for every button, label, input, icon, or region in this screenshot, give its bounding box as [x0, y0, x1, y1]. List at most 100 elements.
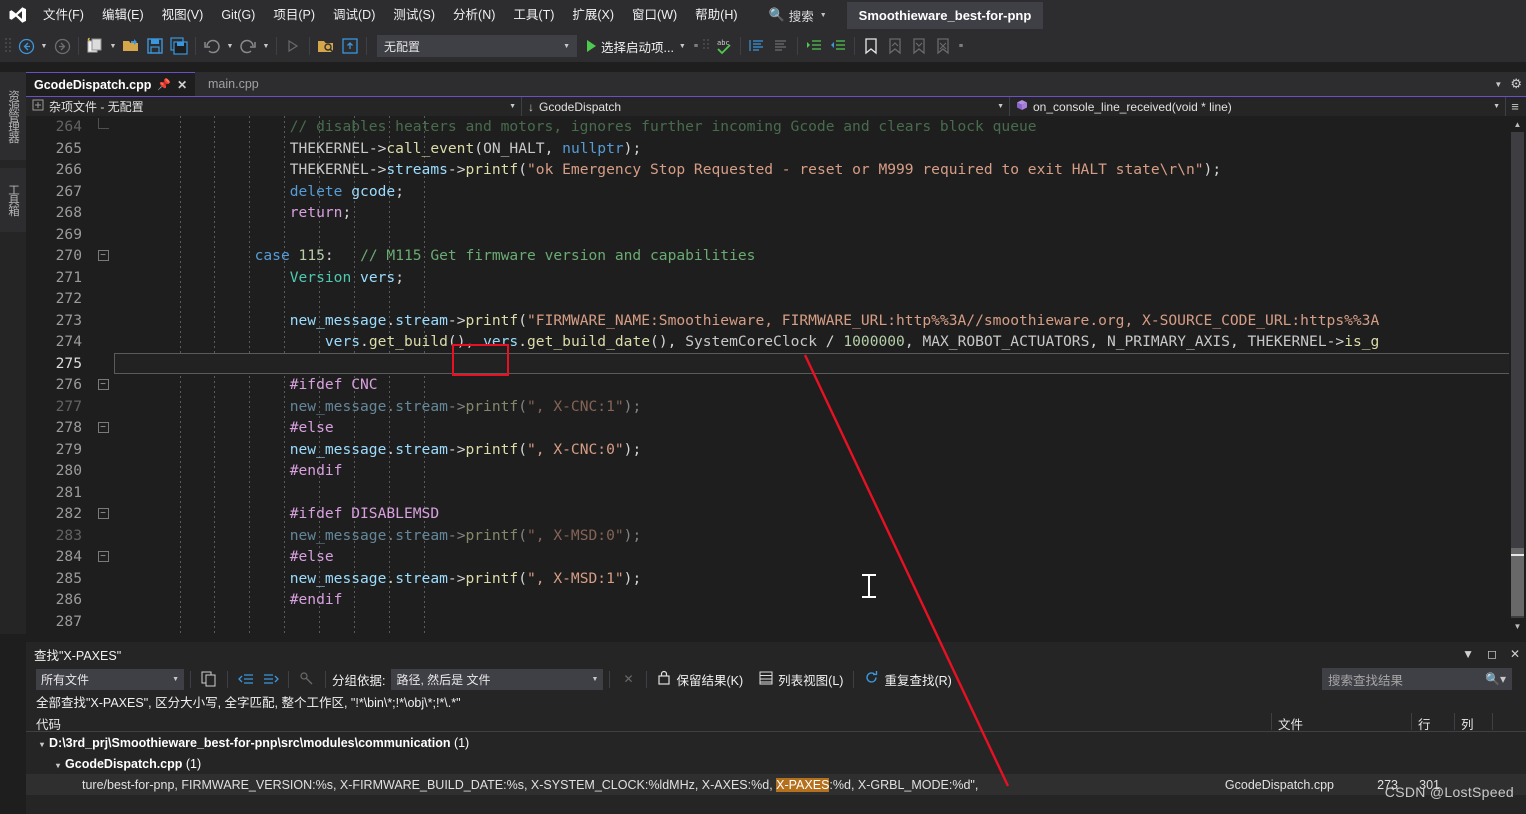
- results-tree[interactable]: ▾ D:\3rd_prj\Smoothieware_best-for-pnp\sr…: [26, 732, 1526, 795]
- open-file-icon[interactable]: [119, 34, 143, 58]
- navigate-forward-icon[interactable]: [50, 34, 74, 58]
- menu-item-11[interactable]: 帮助(H): [686, 2, 746, 28]
- comment-selection-icon[interactable]: [745, 34, 769, 58]
- fold-toggle-icon[interactable]: −: [92, 503, 114, 525]
- code-line[interactable]: 281: [26, 482, 1526, 504]
- menu-item-1[interactable]: 编辑(E): [93, 2, 153, 28]
- increase-indent-icon[interactable]: [802, 34, 826, 58]
- code-line[interactable]: 264 // disables heaters and motors, igno…: [26, 116, 1526, 138]
- expand-collapse-icon[interactable]: ▾: [40, 740, 44, 749]
- previous-match-icon[interactable]: [234, 668, 258, 690]
- editor-vertical-scrollbar[interactable]: ▲ ▼: [1509, 116, 1526, 634]
- copy-icon[interactable]: [197, 668, 221, 690]
- menu-item-10[interactable]: 窗口(W): [623, 2, 686, 28]
- result-row[interactable]: ture/best-for-pnp, FIRMWARE_VERSION:%s, …: [26, 774, 1526, 795]
- column-header-code[interactable]: 代码: [36, 714, 61, 733]
- split-view-icon[interactable]: ≡: [1506, 99, 1524, 114]
- code-line[interactable]: 288− if(THEKERNEL->is_bad_mcu()) {: [26, 632, 1526, 634]
- code-line[interactable]: 287: [26, 611, 1526, 633]
- code-lines-container[interactable]: 264 // disables heaters and motors, igno…: [26, 116, 1526, 634]
- scroll-up-icon[interactable]: ▲: [1509, 116, 1526, 132]
- toolbar-grip[interactable]: [4, 36, 14, 56]
- code-line[interactable]: 280 #endif: [26, 460, 1526, 482]
- navbar-project-combo[interactable]: 杂项文件 - 无配置 ▼: [26, 97, 522, 116]
- gear-icon[interactable]: ⚙: [1510, 76, 1522, 92]
- toolbar-overflow-icon[interactable]: ≡: [690, 34, 702, 58]
- sidebar-item-server-explorer[interactable]: 资源管理器: [0, 72, 26, 160]
- toolbar-overflow-2-icon[interactable]: ≡: [955, 34, 967, 58]
- code-line[interactable]: 269: [26, 224, 1526, 246]
- uncomment-selection-icon[interactable]: [769, 34, 793, 58]
- scroll-down-icon[interactable]: ▼: [1509, 618, 1526, 634]
- search-icon[interactable]: 🔍▾: [1485, 672, 1506, 686]
- menu-item-2[interactable]: 视图(V): [153, 2, 213, 28]
- code-line[interactable]: 283 new_message.stream->printf(", X-MSD:…: [26, 525, 1526, 547]
- result-group-folder[interactable]: ▾ D:\3rd_prj\Smoothieware_best-for-pnp\sr…: [26, 732, 1526, 753]
- next-match-icon[interactable]: [258, 668, 282, 690]
- previous-bookmark-icon[interactable]: [883, 34, 907, 58]
- chevron-down-icon[interactable]: ▼: [1494, 80, 1502, 89]
- new-project-icon[interactable]: [83, 34, 107, 58]
- menu-item-5[interactable]: 调试(D): [324, 2, 384, 28]
- minimize-icon[interactable]: ▼: [1462, 647, 1474, 661]
- menu-item-6[interactable]: 测试(S): [384, 2, 444, 28]
- expand-collapse-icon[interactable]: ▾: [56, 761, 60, 770]
- code-line[interactable]: 279 new_message.stream->printf(", X-CNC:…: [26, 439, 1526, 461]
- new-project-dropdown-icon[interactable]: ▼: [107, 34, 119, 58]
- code-line[interactable]: 274 vers.get_build(), vers.get_build_dat…: [26, 331, 1526, 353]
- scope-combo[interactable]: 所有文件 ▼: [36, 668, 184, 690]
- code-line[interactable]: 266 THEKERNEL->streams->printf("ok Emerg…: [26, 159, 1526, 181]
- code-editor[interactable]: 264 // disables heaters and motors, igno…: [26, 116, 1526, 634]
- groupby-combo[interactable]: 路径, 然后是 文件 ▼: [391, 668, 604, 690]
- menu-item-8[interactable]: 工具(T): [504, 2, 563, 28]
- decrease-indent-icon[interactable]: [826, 34, 850, 58]
- code-line[interactable]: 286 #endif: [26, 589, 1526, 611]
- code-line[interactable]: 268 return;: [26, 202, 1526, 224]
- code-line[interactable]: 278− #else: [26, 417, 1526, 439]
- navbar-class-combo[interactable]: ↓ GcodeDispatch ▼: [522, 97, 1010, 116]
- menu-item-7[interactable]: 分析(N): [444, 2, 504, 28]
- navbar-member-combo[interactable]: on_console_line_received(void * line) ▼: [1010, 97, 1506, 116]
- code-line[interactable]: 267 delete gcode;: [26, 181, 1526, 203]
- keep-results-button[interactable]: 保留结果(K): [653, 670, 747, 689]
- next-bookmark-icon[interactable]: [907, 34, 931, 58]
- fold-toggle-icon[interactable]: −: [92, 245, 114, 267]
- code-line[interactable]: 271 Version vers;: [26, 267, 1526, 289]
- redo-icon[interactable]: [236, 34, 260, 58]
- clear-bookmarks-icon[interactable]: [931, 34, 955, 58]
- pin-icon[interactable]: 📌: [157, 78, 171, 91]
- code-line[interactable]: 272: [26, 288, 1526, 310]
- code-line[interactable]: 275: [26, 353, 1526, 375]
- undo-icon[interactable]: [200, 34, 224, 58]
- menu-item-3[interactable]: Git(G): [212, 2, 264, 28]
- column-header-line[interactable]: 行: [1418, 714, 1431, 733]
- code-line[interactable]: 284− #else: [26, 546, 1526, 568]
- save-icon[interactable]: [143, 34, 167, 58]
- find-in-files-icon[interactable]: [314, 34, 338, 58]
- bookmark-icon[interactable]: [859, 34, 883, 58]
- tab-gcodedispatch-cpp[interactable]: GcodeDispatch.cpp 📌 ✕: [26, 72, 196, 96]
- search-results-input[interactable]: 搜索查找结果 🔍▾: [1322, 668, 1512, 690]
- code-line[interactable]: 285 new_message.stream->printf(", X-MSD:…: [26, 568, 1526, 590]
- close-icon[interactable]: ✕: [177, 78, 187, 92]
- maximize-icon[interactable]: ◻: [1487, 647, 1497, 661]
- global-search[interactable]: 🔍 搜索 ▼: [769, 6, 827, 25]
- menu-item-9[interactable]: 扩展(X): [563, 2, 623, 28]
- code-line[interactable]: 277 new_message.stream->printf(", X-CNC:…: [26, 396, 1526, 418]
- scrollbar-thumb[interactable]: [1511, 548, 1524, 616]
- solution-configuration-combo[interactable]: 无配置 ▼: [377, 35, 577, 57]
- sidebar-item-toolbox[interactable]: 工具箱: [0, 168, 26, 232]
- fold-toggle-icon[interactable]: −: [92, 632, 114, 634]
- toolbar-grip-2[interactable]: [702, 36, 712, 56]
- column-header-col[interactable]: 列: [1461, 714, 1474, 733]
- code-line[interactable]: 270− case 115: // M115 Get firmware vers…: [26, 245, 1526, 267]
- code-line[interactable]: 276− #ifdef CNC: [26, 374, 1526, 396]
- code-line[interactable]: 265 THEKERNEL->call_event(ON_HALT, nullp…: [26, 138, 1526, 160]
- code-line[interactable]: 273 new_message.stream->printf("FIRMWARE…: [26, 310, 1526, 332]
- start-button[interactable]: 选择启动项... ▼: [583, 37, 690, 56]
- fold-toggle-icon[interactable]: −: [92, 546, 114, 568]
- repeat-find-button[interactable]: 重复查找(R): [860, 670, 955, 689]
- fold-toggle-icon[interactable]: −: [92, 417, 114, 439]
- spell-check-icon[interactable]: abc: [712, 34, 736, 58]
- navigate-back-icon[interactable]: [14, 34, 38, 58]
